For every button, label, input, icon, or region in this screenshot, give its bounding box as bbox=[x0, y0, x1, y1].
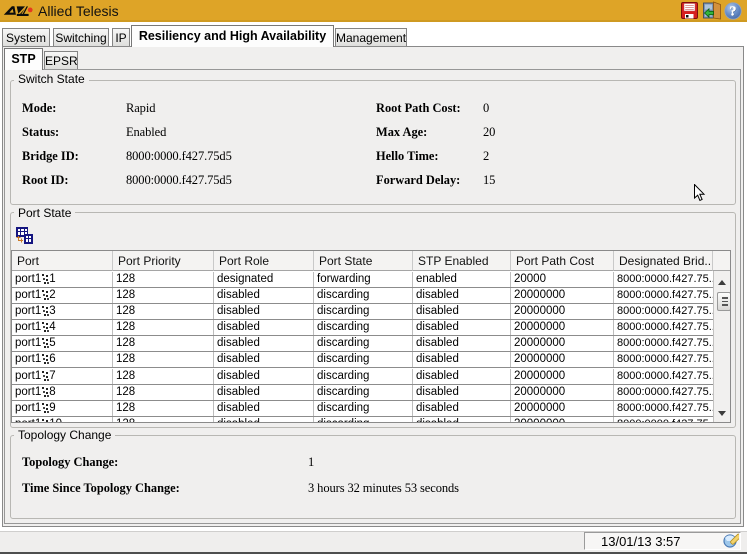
svg-text:?: ? bbox=[730, 4, 737, 19]
